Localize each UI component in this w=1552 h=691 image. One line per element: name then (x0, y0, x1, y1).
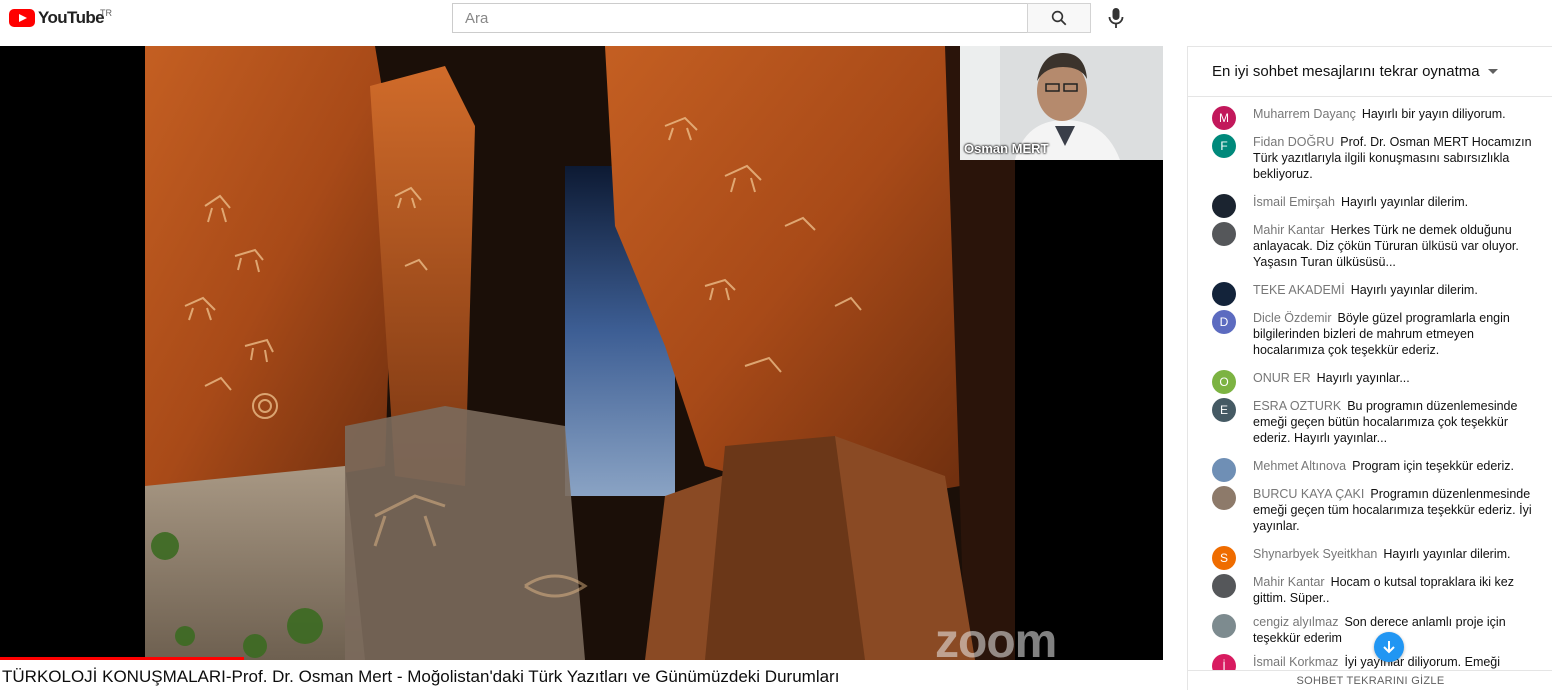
voice-search-button[interactable] (1104, 5, 1128, 31)
avatar[interactable] (1212, 574, 1236, 598)
chat-message-body: ONUR ER Hayırlı yayınlar... (1253, 370, 1542, 386)
chat-message: Mahir Kantar Hocam o kutsal topraklara ik… (1212, 574, 1542, 606)
logo-text: YouTube (38, 8, 105, 27)
zoom-speaker-video: Osman MERT (960, 46, 1163, 160)
chat-message-body: Mehmet Altınova Program için teşekkür ede… (1253, 458, 1542, 474)
chat-message-text: Hayırlı yayınlar dilerim. (1340, 195, 1469, 209)
search-box (452, 3, 1028, 33)
chat-message-body: Muharrem Dayanç Hayırlı bir yayın diliyor… (1253, 106, 1542, 122)
chat-author-name[interactable]: İsmail Korkmaz (1253, 655, 1338, 669)
arrow-down-icon (1383, 641, 1395, 654)
chat-message-list[interactable]: M Muharrem Dayanç Hayırlı bir yayın diliyo… (1188, 98, 1552, 670)
country-code: TR (100, 8, 112, 18)
avatar[interactable]: D (1212, 310, 1236, 334)
avatar[interactable]: E (1212, 398, 1236, 422)
zoom-watermark: zoom (935, 615, 1057, 660)
chat-author-name[interactable]: cengiz alyılmaz (1253, 615, 1338, 629)
chat-author-name[interactable]: Mahir Kantar (1253, 575, 1325, 589)
chat-message-body: Dicle Özdemir Böyle güzel programlarla en… (1253, 310, 1542, 358)
chat-message-text: Hayırlı yayınlar dilerim. (1383, 547, 1511, 561)
chat-message: S Shynarbyek Syeitkhan Hayırlı yayınlar di… (1212, 546, 1542, 570)
youtube-play-icon (9, 9, 35, 27)
search-button[interactable] (1027, 3, 1091, 33)
chat-message-body: TEKE AKADEMİ Hayırlı yayınlar dilerim. (1253, 282, 1542, 298)
chat-author-name[interactable]: BURCU KAYA ÇAKI (1253, 487, 1364, 501)
chat-author-name[interactable]: Shynarbyek Syeitkhan (1253, 547, 1377, 561)
chat-message-body: BURCU KAYA ÇAKI Programın düzenlenmesinde… (1253, 486, 1542, 534)
video-frame-petroglyphs (145, 46, 1015, 660)
masthead: YouTube TR (0, 0, 1552, 46)
chat-message-text: Hayırlı bir yayın diliyorum. (1361, 107, 1506, 121)
chat-message-text: Program için teşekkür ederiz. (1352, 459, 1514, 473)
chat-author-name[interactable]: Mehmet Altınova (1253, 459, 1346, 473)
chat-message-body: Mahir Kantar Hocam o kutsal topraklara ik… (1253, 574, 1542, 606)
avatar[interactable]: F (1212, 134, 1236, 158)
video-player[interactable]: Osman MERT zoom (0, 46, 1163, 660)
search-icon (1051, 10, 1067, 26)
avatar[interactable] (1212, 614, 1236, 638)
chat-message: Mahir Kantar Herkes Türk ne demek olduğun… (1212, 222, 1542, 270)
chat-message-text: Hayırlı yayınlar... (1316, 371, 1410, 385)
chat-message: Mehmet Altınova Program için teşekkür ede… (1212, 458, 1542, 482)
chat-message: O ONUR ER Hayırlı yayınlar... (1212, 370, 1542, 394)
video-title: TÜRKOLOJİ KONUŞMALARI-Prof. Dr. Osman Me… (2, 667, 840, 686)
chat-message-text: Hayırlı yayınlar dilerim. (1350, 283, 1478, 297)
avatar[interactable] (1212, 458, 1236, 482)
chat-message: F Fidan DOĞRU Prof. Dr. Osman MERT Hocamız… (1212, 134, 1542, 182)
video-progress-bar[interactable] (0, 657, 245, 660)
chat-message-body: Fidan DOĞRU Prof. Dr. Osman MERT Hocamızı… (1253, 134, 1542, 182)
chat-author-name[interactable]: ESRA OZTURK (1253, 399, 1341, 413)
chat-message-body: İsmail Emirşah Hayırlı yayınlar dilerim. (1253, 194, 1542, 210)
chat-author-name[interactable]: TEKE AKADEMİ (1253, 283, 1345, 297)
chat-author-name[interactable]: Muharrem Dayanç (1253, 107, 1356, 121)
chat-message: İsmail Emirşah Hayırlı yayınlar dilerim. (1212, 194, 1542, 218)
avatar[interactable]: İ (1212, 654, 1236, 670)
chat-mode-dropdown[interactable]: En iyi sohbet mesajlarını tekrar oynatma (1188, 47, 1552, 97)
chat-message: D Dicle Özdemir Böyle güzel programlarla e… (1212, 310, 1542, 358)
search-input[interactable] (453, 4, 1028, 32)
chat-message: M Muharrem Dayanç Hayırlı bir yayın diliyo… (1212, 106, 1542, 130)
chat-author-name[interactable]: Dicle Özdemir (1253, 311, 1332, 325)
avatar[interactable]: O (1212, 370, 1236, 394)
chat-mode-label: En iyi sohbet mesajlarını tekrar oynatma (1212, 63, 1480, 80)
chat-author-name[interactable]: ONUR ER (1253, 371, 1311, 385)
scroll-to-bottom-button[interactable] (1374, 632, 1404, 662)
avatar[interactable] (1212, 194, 1236, 218)
avatar[interactable] (1212, 486, 1236, 510)
chat-message-body: ESRA OZTURK Bu programın düzenlemesinde e… (1253, 398, 1542, 446)
avatar[interactable] (1212, 282, 1236, 306)
chevron-down-icon (1487, 69, 1498, 74)
youtube-logo[interactable]: YouTube TR (9, 8, 112, 28)
avatar[interactable] (1212, 222, 1236, 246)
chat-message: BURCU KAYA ÇAKI Programın düzenlenmesinde… (1212, 486, 1542, 534)
chat-author-name[interactable]: Fidan DOĞRU (1253, 135, 1334, 149)
speaker-name-label: Osman MERT (964, 141, 1049, 156)
chat-message: E ESRA OZTURK Bu programın düzenlemesinde … (1212, 398, 1542, 446)
avatar[interactable]: M (1212, 106, 1236, 130)
hide-chat-replay-button[interactable]: SOHBET TEKRARINI GİZLE (1188, 670, 1552, 691)
petroglyph-scene (145, 46, 1015, 660)
live-chat-replay: En iyi sohbet mesajlarını tekrar oynatma… (1187, 46, 1552, 690)
chat-author-name[interactable]: İsmail Emirşah (1253, 195, 1335, 209)
microphone-icon (1108, 8, 1124, 28)
avatar[interactable]: S (1212, 546, 1236, 570)
chat-message-body: Shynarbyek Syeitkhan Hayırlı yayınlar dil… (1253, 546, 1542, 562)
chat-message-body: Mahir Kantar Herkes Türk ne demek olduğun… (1253, 222, 1542, 270)
chat-message: TEKE AKADEMİ Hayırlı yayınlar dilerim. (1212, 282, 1542, 306)
chat-message-text: İyi yayınlar diliyorum. Emeği (1344, 655, 1501, 669)
chat-author-name[interactable]: Mahir Kantar (1253, 223, 1325, 237)
